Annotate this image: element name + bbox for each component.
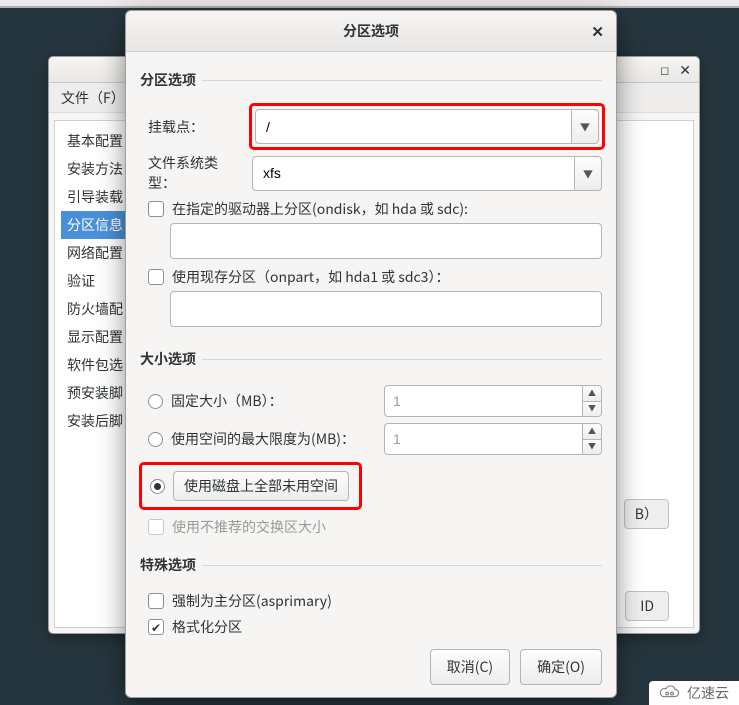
asprimary-label: 强制为主分区(asprimary) bbox=[172, 591, 332, 611]
dialog-titlebar: 分区选项 ✕ bbox=[126, 11, 616, 52]
format-checkbox[interactable] bbox=[148, 619, 164, 635]
chevron-down-icon[interactable]: ▼ bbox=[583, 402, 601, 417]
chevron-down-icon[interactable]: ▼ bbox=[571, 109, 599, 144]
chevron-up-icon[interactable]: ▲ bbox=[583, 386, 601, 402]
mount-label: 挂载点： bbox=[140, 117, 244, 137]
fs-label: 文件系统类型： bbox=[140, 153, 244, 193]
watermark-text: 亿速云 bbox=[687, 683, 729, 703]
menu-file[interactable]: 文件（F） bbox=[55, 85, 131, 111]
mount-highlight: ▼ bbox=[252, 106, 602, 147]
fs-combo[interactable]: ▼ bbox=[252, 156, 602, 191]
radio-fixed[interactable] bbox=[148, 394, 163, 409]
fixed-spin-input[interactable] bbox=[384, 385, 582, 417]
fs-input[interactable] bbox=[252, 156, 574, 191]
radio-all-label: 使用磁盘上全部未用空间 bbox=[173, 471, 349, 501]
radio-all[interactable] bbox=[150, 479, 165, 494]
watermark: 亿速云 bbox=[649, 681, 739, 705]
asprimary-row[interactable]: 强制为主分区(asprimary) bbox=[148, 591, 602, 611]
desktop-topbar bbox=[0, 0, 739, 8]
radio-fixed-label: 固定大小（MB）： bbox=[171, 391, 283, 411]
section-partition-legend: 分区选项 bbox=[140, 70, 202, 90]
asprimary-checkbox[interactable] bbox=[148, 593, 164, 609]
dialog-footer: 取消(C) 确定(O) bbox=[140, 649, 602, 685]
radio-all-highlight: 使用磁盘上全部未用空间 bbox=[142, 465, 359, 507]
radio-max-label: 使用空间的最大限度为(MB)： bbox=[171, 429, 355, 449]
onpart-label: 使用现存分区（onpart，如 hda1 或 sdc3）： bbox=[172, 267, 449, 287]
close-icon[interactable]: ✕ bbox=[679, 60, 691, 80]
fixed-spin[interactable]: ▲ ▼ bbox=[384, 385, 602, 417]
maximize-icon[interactable]: ◻ bbox=[660, 62, 669, 78]
section-size: 大小选项 固定大小（MB）： ▲ ▼ 使用空间的最大限度为(MB)： bbox=[140, 349, 602, 541]
mount-input[interactable] bbox=[255, 109, 571, 144]
section-special: 特殊选项 强制为主分区(asprimary) 格式化分区 bbox=[140, 555, 602, 641]
section-partition: 分区选项 挂载点： ▼ 文件系统类型： ▼ 在指定 bbox=[140, 70, 602, 335]
parent-side-button[interactable]: B） bbox=[624, 499, 669, 529]
swap-row: 使用不推荐的交换区大小 bbox=[148, 517, 602, 537]
max-spin-input[interactable] bbox=[384, 423, 582, 455]
partition-dialog: 分区选项 ✕ 分区选项 挂载点： ▼ 文件系统类型： ▼ bbox=[125, 10, 617, 698]
ondisk-input[interactable] bbox=[170, 223, 602, 259]
swap-checkbox bbox=[148, 519, 164, 535]
ondisk-label: 在指定的驱动器上分区(ondisk，如 hda 或 sdc): bbox=[172, 199, 468, 219]
ok-button[interactable]: 确定(O) bbox=[520, 649, 602, 685]
ondisk-checkbox[interactable] bbox=[148, 201, 164, 217]
ondisk-row[interactable]: 在指定的驱动器上分区(ondisk，如 hda 或 sdc): bbox=[148, 199, 602, 219]
close-icon[interactable]: ✕ bbox=[591, 21, 604, 42]
dialog-title: 分区选项 bbox=[343, 21, 399, 41]
mount-combo[interactable]: ▼ bbox=[255, 109, 599, 144]
chevron-down-icon[interactable]: ▼ bbox=[583, 440, 601, 455]
section-size-legend: 大小选项 bbox=[140, 349, 202, 369]
max-spin[interactable]: ▲ ▼ bbox=[384, 423, 602, 455]
onpart-row[interactable]: 使用现存分区（onpart，如 hda1 或 sdc3）： bbox=[148, 267, 602, 287]
section-special-legend: 特殊选项 bbox=[140, 555, 202, 575]
chevron-up-icon[interactable]: ▲ bbox=[583, 424, 601, 440]
chevron-down-icon[interactable]: ▼ bbox=[574, 156, 602, 191]
format-label: 格式化分区 bbox=[172, 617, 242, 637]
cancel-button[interactable]: 取消(C) bbox=[430, 649, 510, 685]
onpart-input[interactable] bbox=[170, 291, 602, 327]
swap-label: 使用不推荐的交换区大小 bbox=[172, 517, 326, 537]
cloud-icon bbox=[657, 685, 681, 701]
parent-id-button[interactable]: ID bbox=[625, 591, 669, 621]
radio-max[interactable] bbox=[148, 432, 163, 447]
format-row[interactable]: 格式化分区 bbox=[148, 617, 602, 637]
onpart-checkbox[interactable] bbox=[148, 269, 164, 285]
